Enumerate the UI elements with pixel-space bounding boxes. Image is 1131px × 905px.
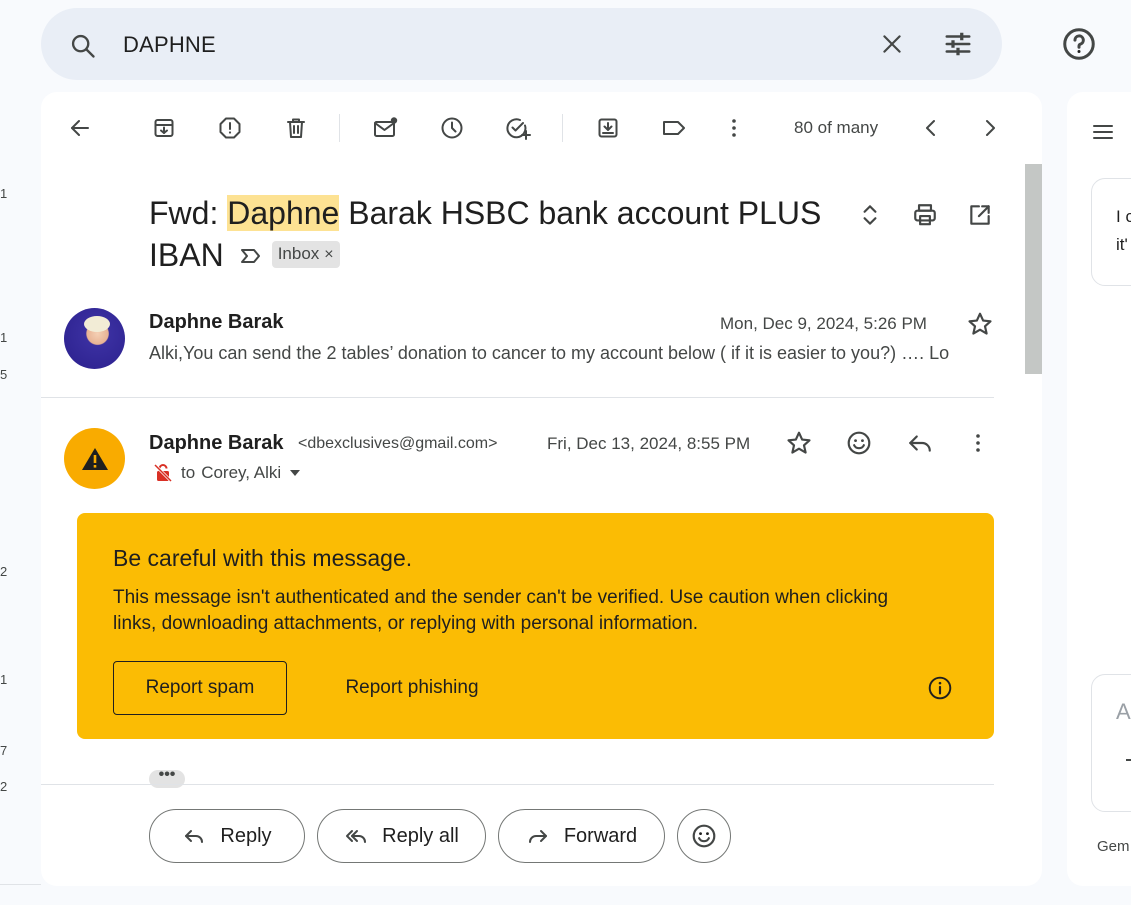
report-phishing-button[interactable]: Report phishing — [317, 661, 507, 715]
add-task-icon[interactable] — [505, 116, 531, 140]
move-to-icon[interactable] — [596, 116, 620, 140]
emoji-reaction-button[interactable] — [677, 809, 731, 863]
warning-title: Be careful with this message. — [113, 545, 413, 571]
chevron-down-icon[interactable] — [289, 469, 301, 477]
left-strip-number: 2 — [0, 564, 8, 579]
side-card-text: it' — [1116, 235, 1128, 254]
reply-all-icon — [346, 830, 367, 843]
divider — [0, 884, 41, 885]
recipients-line: to Corey, Alki — [153, 463, 301, 483]
remove-label-button[interactable]: × — [324, 246, 333, 263]
avatar[interactable] — [64, 308, 125, 369]
expand-all-icon[interactable] — [857, 202, 883, 228]
forward-icon — [528, 830, 547, 843]
delete-icon[interactable] — [284, 116, 308, 140]
to-prefix: to — [181, 463, 196, 482]
label-icon[interactable] — [661, 116, 687, 140]
more-vert-icon[interactable] — [966, 430, 990, 456]
star-icon[interactable] — [786, 430, 812, 456]
left-strip-number: 2 — [0, 779, 8, 794]
chevron-right-icon[interactable] — [978, 116, 1002, 140]
left-strip-number: 1 — [0, 330, 8, 345]
search-input[interactable]: DAPHNE — [123, 32, 216, 58]
left-strip-number: 1 — [0, 186, 8, 201]
message-panel: 80 of many Fwd: Daphne Barak HSBC bank a… — [41, 92, 1042, 886]
importance-marker-icon[interactable] — [240, 247, 262, 265]
recipients: Corey, Alki — [201, 463, 282, 482]
unencrypted-icon[interactable] — [153, 463, 173, 483]
thread-subject: Fwd: Daphne Barak HSBC bank account PLUS… — [149, 192, 849, 276]
more-vert-icon[interactable] — [722, 116, 746, 140]
side-input-dash — [1126, 759, 1131, 761]
message-snippet[interactable]: Alki,You can send the 2 tables’ donation… — [149, 343, 994, 364]
warning-body: This message isn't authenticated and the… — [113, 587, 889, 634]
snooze-icon[interactable] — [440, 116, 464, 140]
search-icon[interactable] — [69, 32, 97, 60]
reply-icon — [185, 830, 204, 843]
scrollbar-thumb[interactable] — [1025, 164, 1042, 374]
sender-name[interactable]: Daphne Barak — [149, 311, 284, 334]
search-bar[interactable]: DAPHNE — [41, 8, 1002, 80]
info-icon[interactable] — [927, 675, 953, 701]
side-input-hint: A — [1116, 699, 1131, 724]
back-arrow-icon[interactable] — [68, 116, 92, 140]
divider — [41, 397, 994, 398]
left-strip-number: 1 — [0, 672, 8, 687]
inbox-label-chip: Inbox × — [271, 241, 340, 269]
warning-banner: Be careful with this message. This messa… — [77, 513, 994, 739]
forward-button[interactable]: Forward — [498, 809, 665, 863]
left-strip-number: 7 — [0, 743, 8, 758]
message-date: Mon, Dec 9, 2024, 5:26 PM — [720, 314, 927, 333]
mark-unread-icon[interactable] — [373, 116, 399, 140]
tune-icon[interactable] — [943, 29, 973, 59]
sender-name[interactable]: Daphne Barak — [149, 432, 284, 455]
chevron-left-icon[interactable] — [919, 116, 943, 140]
side-footer: Gem — [1097, 838, 1130, 855]
sender-email: <dbexclusives@gmail.com> — [298, 435, 498, 452]
search-highlight: Daphne — [227, 195, 340, 231]
side-input-card[interactable]: A — [1091, 674, 1131, 812]
message-date: Fri, Dec 13, 2024, 8:55 PM — [547, 434, 751, 453]
report-spam-icon[interactable] — [218, 116, 242, 140]
toolbar-separator — [562, 114, 563, 142]
menu-icon[interactable] — [1091, 120, 1115, 144]
side-panel: I c it' A Gem — [1067, 92, 1131, 886]
side-card[interactable]: I c it' — [1091, 178, 1131, 286]
star-icon[interactable] — [967, 311, 993, 337]
divider — [41, 784, 994, 785]
avatar[interactable] — [64, 428, 125, 489]
reply-label: Reply — [220, 824, 272, 847]
close-icon[interactable] — [879, 31, 905, 57]
warning-icon — [81, 447, 108, 470]
report-spam-button[interactable]: Report spam — [113, 661, 287, 715]
print-icon[interactable] — [912, 202, 938, 228]
toolbar-separator — [339, 114, 340, 142]
side-card-text: I c — [1116, 207, 1131, 226]
subject-prefix: Fwd: — [149, 195, 228, 231]
help-icon[interactable] — [1061, 26, 1097, 62]
forward-label: Forward — [563, 824, 638, 847]
open-new-window-icon[interactable] — [967, 202, 993, 228]
inbox-label: Inbox — [277, 244, 320, 264]
reply-all-button[interactable]: Reply all — [317, 809, 486, 863]
archive-icon[interactable] — [152, 116, 176, 140]
message-count: 80 of many — [794, 118, 879, 137]
left-strip-number: 5 — [0, 367, 8, 382]
emoji-icon — [692, 824, 716, 848]
reply-icon[interactable] — [907, 430, 933, 456]
reply-all-label: Reply all — [382, 824, 459, 847]
reply-button[interactable]: Reply — [149, 809, 305, 863]
show-trimmed-content-button[interactable]: ••• — [149, 767, 185, 788]
emoji-reaction-icon[interactable] — [846, 430, 872, 456]
